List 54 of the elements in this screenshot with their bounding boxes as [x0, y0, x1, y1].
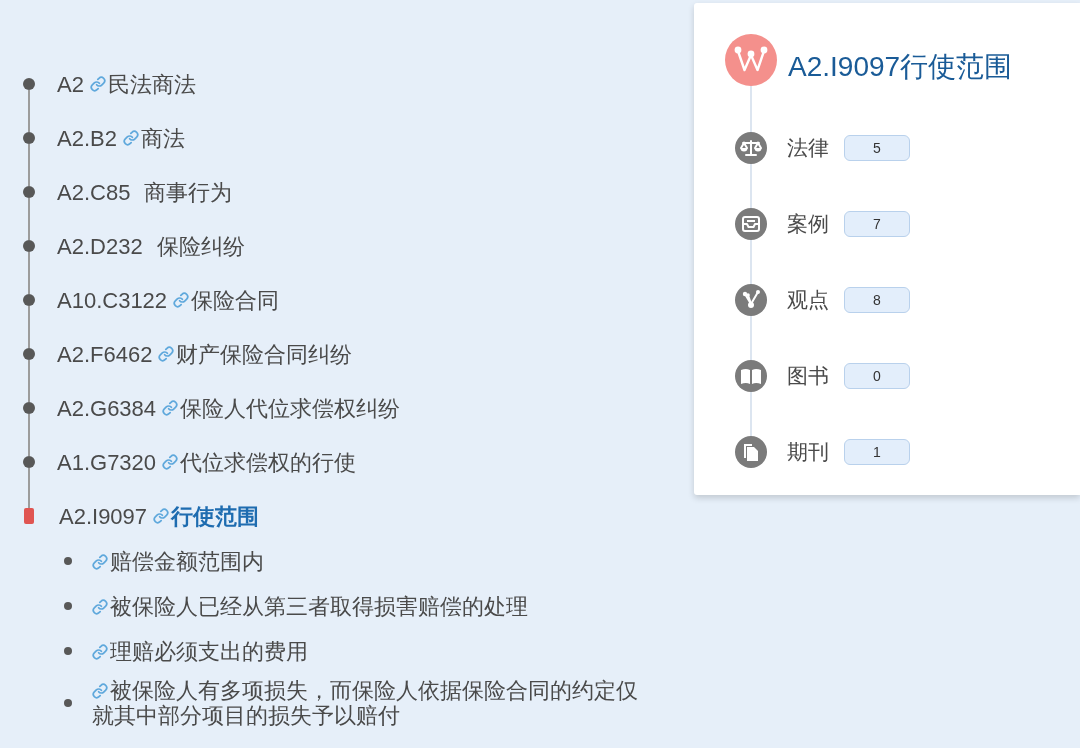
- bullet-icon: [64, 557, 72, 565]
- child-link[interactable]: 被保险人有多项损失，而保险人依据保险合同的约定仅就其中部分项目的损失予以赔付: [92, 678, 652, 728]
- node-link[interactable]: 民法商法: [107, 67, 196, 101]
- link-icon: [173, 292, 190, 308]
- bullet-icon: [64, 647, 72, 655]
- tray-icon: [735, 208, 767, 240]
- link-icon: [162, 454, 179, 470]
- link-icon: [92, 553, 108, 570]
- branch-icon: [735, 284, 767, 316]
- book-icon: [735, 360, 767, 392]
- link-icon: [92, 598, 108, 615]
- resource-label: 观点: [787, 287, 829, 314]
- count-badge[interactable]: 5: [844, 135, 910, 161]
- child-link[interactable]: 赔偿金额范围内: [92, 548, 652, 574]
- node-code: A2.I9097: [59, 502, 148, 531]
- node-code: A2.C85: [57, 178, 131, 207]
- node-link[interactable]: 商法: [140, 121, 185, 155]
- resource-label: 法律: [787, 135, 829, 162]
- node-code: A2.D232: [57, 232, 143, 261]
- scales-icon: [735, 132, 767, 164]
- link-icon: [92, 683, 108, 699]
- child-link[interactable]: 被保险人已经从第三者取得损害赔偿的处理: [92, 593, 652, 619]
- node-link[interactable]: 保险人代位求偿权纠纷: [180, 391, 401, 425]
- detail-title: A2.I9097行使范围: [788, 50, 1013, 84]
- node-link[interactable]: 保险合同: [191, 283, 280, 317]
- node-link[interactable]: 代位求偿权的行使: [180, 445, 357, 479]
- node-code: A10.C3122: [57, 286, 168, 315]
- bullet-icon: [64, 699, 72, 707]
- documents-icon: [735, 436, 767, 468]
- node-title: 保险纠纷: [156, 232, 245, 261]
- count-badge[interactable]: 1: [844, 439, 910, 465]
- link-icon: [153, 508, 170, 524]
- node-code: A2.B2: [57, 124, 117, 153]
- link-icon: [162, 400, 179, 416]
- node-code: A2: [57, 70, 84, 99]
- link-icon: [122, 130, 139, 146]
- child-link[interactable]: 理赔必须支出的费用: [92, 638, 652, 664]
- count-badge[interactable]: 0: [844, 363, 910, 389]
- node-code: A2.F6462: [57, 340, 153, 369]
- resource-label: 图书: [787, 363, 829, 390]
- link-icon: [89, 76, 106, 92]
- resource-label: 案例: [787, 211, 829, 238]
- count-badge[interactable]: 7: [844, 211, 910, 237]
- bullet-icon: [64, 602, 72, 610]
- node-code: A2.G6384: [57, 394, 157, 423]
- logo-icon: [725, 34, 777, 86]
- link-icon: [92, 643, 108, 660]
- node-title: 商事行为: [144, 178, 233, 207]
- node-code: A1.G7320: [57, 448, 157, 477]
- node-link[interactable]: 财产保险合同纠纷: [176, 337, 353, 371]
- node-link[interactable]: 行使范围: [171, 499, 260, 533]
- resource-label: 期刊: [787, 439, 829, 466]
- count-badge[interactable]: 8: [844, 287, 910, 313]
- link-icon: [158, 346, 175, 362]
